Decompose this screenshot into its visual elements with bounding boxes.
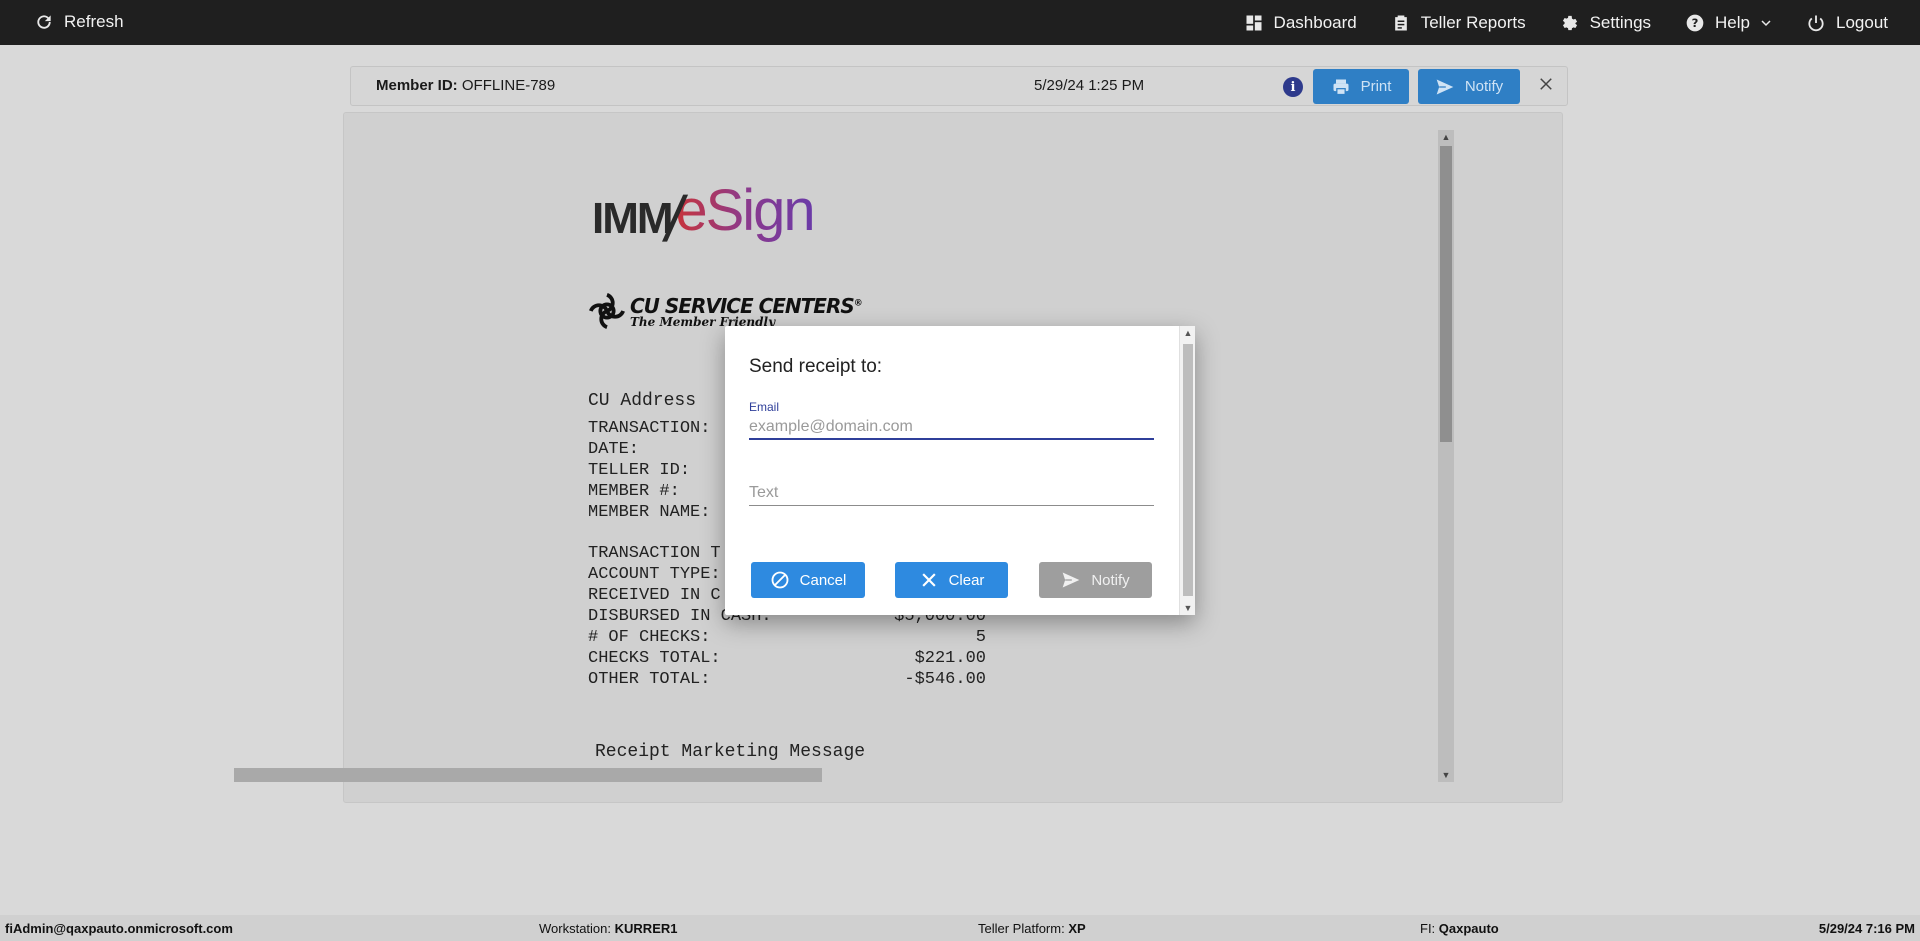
- scroll-up-icon[interactable]: ▲: [1438, 130, 1454, 144]
- receipt-row: OTHER TOTAL: -$546.00: [588, 670, 986, 689]
- clear-button[interactable]: Clear: [895, 562, 1008, 598]
- email-input[interactable]: [749, 416, 1154, 440]
- imm-esign-logo: IMM / eSign: [592, 177, 816, 255]
- scroll-up-icon[interactable]: ▲: [1180, 326, 1196, 340]
- receipt-line: DATE:: [588, 440, 640, 459]
- printer-icon: [1331, 77, 1351, 97]
- cancel-button[interactable]: Cancel: [751, 562, 865, 598]
- settings-button[interactable]: Settings: [1560, 13, 1651, 33]
- send-icon: [1061, 570, 1081, 590]
- refresh-button[interactable]: Refresh: [34, 12, 124, 32]
- help-menu-button[interactable]: ? Help: [1685, 13, 1772, 33]
- receipt-datetime: 5/29/24 1:25 PM: [1034, 77, 1145, 94]
- status-fi: FI: Qaxpauto: [1420, 921, 1499, 936]
- receipt-line: MEMBER #:: [588, 482, 680, 501]
- member-id-label: Member ID:: [376, 77, 458, 94]
- refresh-label: Refresh: [64, 12, 124, 31]
- cu-service-centers-logo: CU SERVICE CENTERS® The Member Friendly: [588, 291, 863, 331]
- print-button[interactable]: Print: [1313, 69, 1409, 104]
- help-label: Help: [1715, 12, 1750, 32]
- logo-imm-text: IMM: [592, 194, 674, 243]
- dashboard-label: Dashboard: [1273, 12, 1357, 32]
- svg-text:?: ?: [1692, 16, 1699, 30]
- gear-icon: [1560, 13, 1580, 33]
- scroll-down-icon[interactable]: ▼: [1438, 768, 1454, 782]
- teller-reports-button[interactable]: Teller Reports: [1391, 13, 1526, 33]
- receipt-row: CHECKS TOTAL: $221.00: [588, 649, 986, 668]
- status-bar: fiAdmin@qaxpauto.onmicrosoft.com Worksta…: [0, 915, 1920, 941]
- power-icon: [1806, 13, 1826, 33]
- logo-esign-text: eSign: [675, 178, 815, 243]
- dialog-scrollbar[interactable]: ▲ ▼: [1179, 326, 1195, 615]
- cancel-icon: [770, 570, 790, 590]
- dialog-notify-button[interactable]: Notify: [1039, 562, 1152, 598]
- status-workstation: Workstation: KURRER1: [539, 921, 678, 936]
- close-icon: [919, 570, 939, 590]
- close-icon[interactable]: [1535, 75, 1557, 97]
- send-receipt-dialog: Send receipt to: Email Cancel Clear Noti…: [725, 326, 1195, 615]
- status-platform: Teller Platform: XP: [978, 921, 1086, 936]
- status-user: fiAdmin@qaxpauto.onmicrosoft.com: [5, 921, 233, 936]
- cancel-label: Cancel: [799, 571, 847, 589]
- nav-right-group: Dashboard Teller Reports Settings ? Help: [1244, 0, 1888, 45]
- logout-button[interactable]: Logout: [1806, 13, 1888, 33]
- teller-reports-label: Teller Reports: [1420, 12, 1526, 32]
- help-icon: ?: [1685, 13, 1705, 33]
- header-notify-button[interactable]: Notify: [1418, 69, 1520, 104]
- info-icon[interactable]: i: [1283, 77, 1303, 97]
- receipt-line: TELLER ID:: [588, 461, 691, 480]
- receipt-marketing-message: Receipt Marketing Message: [595, 742, 866, 762]
- text-input[interactable]: [749, 480, 1154, 506]
- dashboard-button[interactable]: Dashboard: [1244, 13, 1357, 33]
- swirl-icon: [589, 293, 625, 329]
- header-notify-label: Notify: [1464, 78, 1504, 95]
- dialog-title: Send receipt to:: [749, 356, 883, 377]
- clipboard-icon: [1391, 13, 1411, 33]
- refresh-icon: [34, 12, 54, 32]
- scroll-down-icon[interactable]: ▼: [1180, 601, 1196, 615]
- top-nav-bar: Refresh Dashboard Teller Reports Setting…: [0, 0, 1920, 45]
- send-icon: [1435, 77, 1455, 97]
- receipt-line: TRANSACTION:: [588, 419, 711, 438]
- dialog-notify-label: Notify: [1091, 571, 1130, 589]
- logout-label: Logout: [1836, 12, 1888, 32]
- receipt-line: MEMBER NAME:: [588, 503, 711, 522]
- clear-label: Clear: [948, 571, 985, 589]
- cu-address: CU Address: [588, 391, 697, 411]
- status-datetime: 5/29/24 7:16 PM: [1818, 921, 1915, 936]
- scrollbar-thumb[interactable]: [1183, 344, 1193, 596]
- receipt-horizontal-scrollbar[interactable]: [234, 768, 822, 782]
- member-id-value: OFFLINE-789: [461, 77, 556, 94]
- receipt-row: # OF CHECKS: 5: [588, 628, 986, 647]
- chevron-down-icon: [1760, 13, 1772, 33]
- scrollbar-thumb[interactable]: [1440, 146, 1452, 442]
- print-label: Print: [1360, 78, 1392, 95]
- member-id: Member ID: OFFLINE-789: [376, 77, 555, 94]
- member-header-bar: Member ID: OFFLINE-789 5/29/24 1:25 PM i…: [350, 66, 1568, 106]
- dashboard-icon: [1244, 13, 1264, 33]
- email-label: Email: [749, 400, 780, 414]
- settings-label: Settings: [1589, 12, 1652, 32]
- receipt-vertical-scrollbar[interactable]: ▲ ▼: [1438, 130, 1454, 782]
